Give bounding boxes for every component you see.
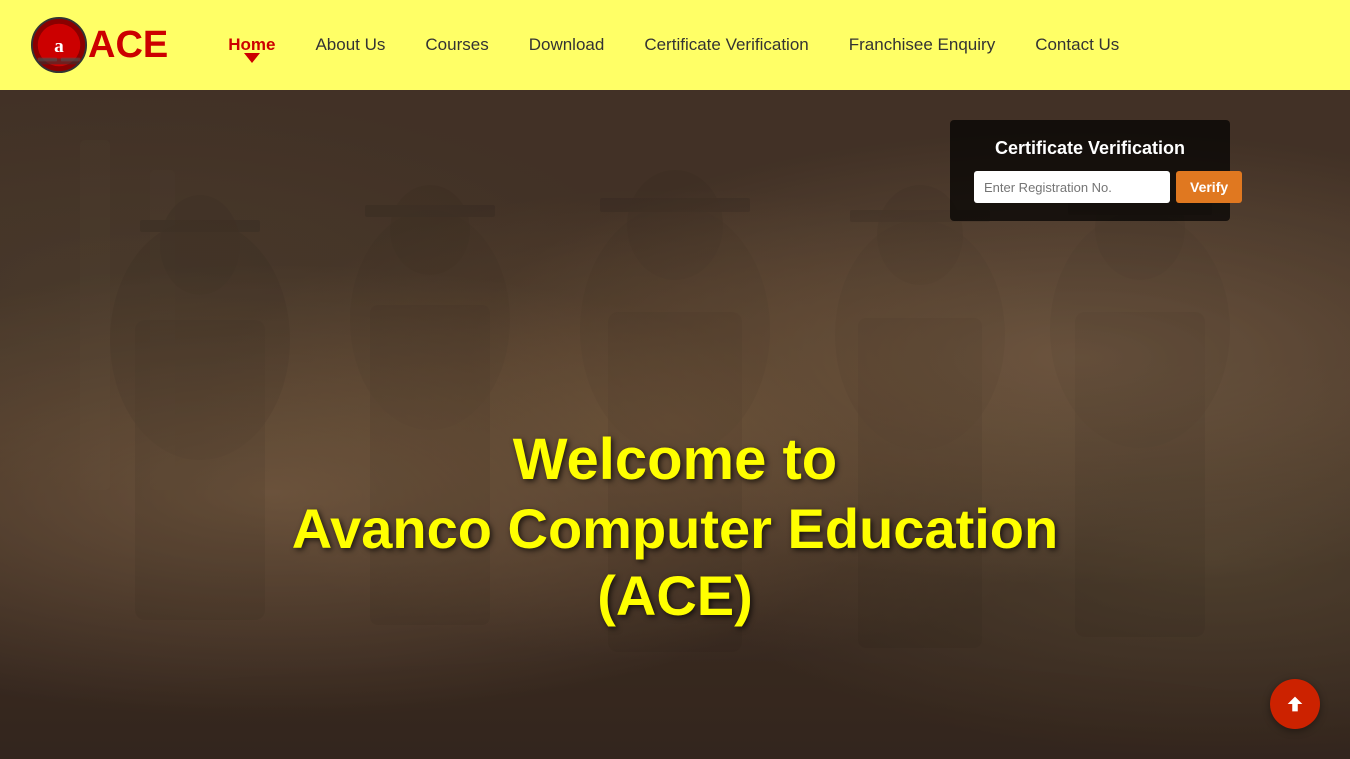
nav-link-download[interactable]: Download xyxy=(529,35,605,54)
nav-item-franchise: Franchisee Enquiry xyxy=(849,35,995,55)
hero-welcome-line2: Avanco Computer Education (ACE) xyxy=(225,495,1125,629)
nav-link-contact[interactable]: Contact Us xyxy=(1035,35,1119,54)
verify-button[interactable]: Verify xyxy=(1176,171,1242,203)
cert-box-title: Certificate Verification xyxy=(974,138,1206,159)
cert-verification-box: Certificate Verification Verify xyxy=(950,120,1230,221)
hero-section: Certificate Verification Verify Welcome … xyxy=(0,90,1350,759)
logo-icon: a xyxy=(30,16,88,74)
nav-link-about[interactable]: About Us xyxy=(315,35,385,54)
nav-item-download: Download xyxy=(529,35,605,55)
nav-link-courses[interactable]: Courses xyxy=(425,35,488,54)
cert-registration-input[interactable] xyxy=(974,171,1170,203)
hero-welcome-text: Welcome to Avanco Computer Education (AC… xyxy=(225,425,1125,629)
nav-link-franchise[interactable]: Franchisee Enquiry xyxy=(849,35,995,54)
nav-link-home[interactable]: Home xyxy=(228,35,275,54)
scroll-top-icon xyxy=(1284,693,1306,715)
nav-item-contact: Contact Us xyxy=(1035,35,1119,55)
nav-item-cert-verif: Certificate Verification xyxy=(644,35,808,55)
nav-item-about: About Us xyxy=(315,35,385,55)
nav-active-indicator xyxy=(244,53,260,63)
svg-text:a: a xyxy=(54,36,64,57)
cert-box-form: Verify xyxy=(974,171,1206,203)
nav-link-cert-verif[interactable]: Certificate Verification xyxy=(644,35,808,54)
scroll-to-top-button[interactable] xyxy=(1270,679,1320,729)
nav-item-courses: Courses xyxy=(425,35,488,55)
navbar: a ACE Home About Us Courses Download Cer… xyxy=(0,0,1350,90)
nav-links: Home About Us Courses Download Certifica… xyxy=(228,35,1119,55)
hero-welcome-line1: Welcome to xyxy=(225,425,1125,495)
logo-text: ACE xyxy=(88,24,168,67)
nav-item-home: Home xyxy=(228,35,275,55)
logo-link[interactable]: a ACE xyxy=(30,16,168,74)
